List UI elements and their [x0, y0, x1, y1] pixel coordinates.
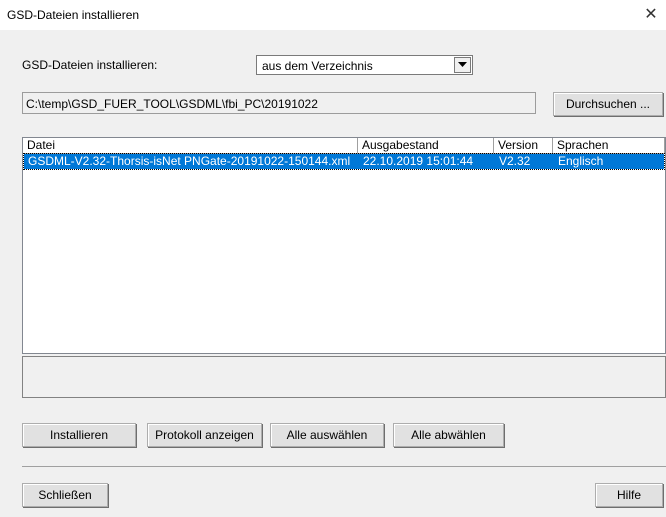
dropdown-arrow-button[interactable]: [454, 57, 471, 73]
cell-version: V2.32: [499, 154, 531, 168]
chevron-down-icon: [458, 62, 467, 67]
show-log-button[interactable]: Protokoll anzeigen: [147, 423, 262, 447]
column-header-datei[interactable]: Datei: [23, 138, 358, 153]
path-field[interactable]: C:\temp\GSD_FUER_TOOL\GSDML\fbi_PC\20191…: [22, 92, 536, 114]
cell-sprachen: Englisch: [558, 154, 604, 168]
help-button-label: Hilfe: [616, 488, 641, 502]
select-all-button[interactable]: Alle auswählen: [270, 423, 384, 447]
install-button-label: Installieren: [49, 428, 109, 442]
close-icon[interactable]: ✕: [636, 0, 666, 30]
close-button[interactable]: Schließen: [22, 483, 108, 507]
source-dropdown[interactable]: aus dem Verzeichnis: [256, 55, 473, 75]
path-value: C:\temp\GSD_FUER_TOOL\GSDML\fbi_PC\20191…: [26, 97, 318, 111]
show-log-button-label: Protokoll anzeigen: [155, 428, 254, 442]
list-header: Datei Ausgabestand Version Sprachen: [23, 138, 665, 154]
source-label: GSD-Dateien installieren:: [22, 58, 158, 72]
install-button[interactable]: Installieren: [22, 423, 136, 447]
column-header-ausgabestand[interactable]: Ausgabestand: [358, 138, 494, 153]
close-button-label: Schließen: [38, 488, 92, 502]
cell-datei: GSDML-V2.32-Thorsis-isNet PNGate-2019102…: [28, 154, 351, 168]
cell-ausgabestand: 22.10.2019 15:01:44: [363, 154, 474, 168]
select-all-button-label: Alle auswählen: [286, 428, 368, 442]
browse-button[interactable]: Durchsuchen ...: [553, 92, 663, 116]
source-dropdown-value: aus dem Verzeichnis: [262, 59, 373, 73]
message-area: [22, 356, 666, 398]
deselect-all-button[interactable]: Alle abwählen: [393, 423, 504, 447]
column-header-version[interactable]: Version: [494, 138, 553, 153]
deselect-all-button-label: Alle abwählen: [411, 428, 486, 442]
help-button[interactable]: Hilfe: [595, 483, 663, 507]
divider: [22, 466, 666, 467]
table-row[interactable]: GSDML-V2.32-Thorsis-isNet PNGate-2019102…: [23, 153, 665, 170]
gsd-file-list[interactable]: Datei Ausgabestand Version Sprachen GSDM…: [22, 137, 666, 354]
window-title: GSD-Dateien installieren: [7, 8, 140, 22]
column-header-sprachen[interactable]: Sprachen: [553, 138, 665, 153]
browse-button-label: Durchsuchen ...: [565, 97, 651, 111]
title-bar: GSD-Dateien installieren ✕: [0, 0, 666, 30]
